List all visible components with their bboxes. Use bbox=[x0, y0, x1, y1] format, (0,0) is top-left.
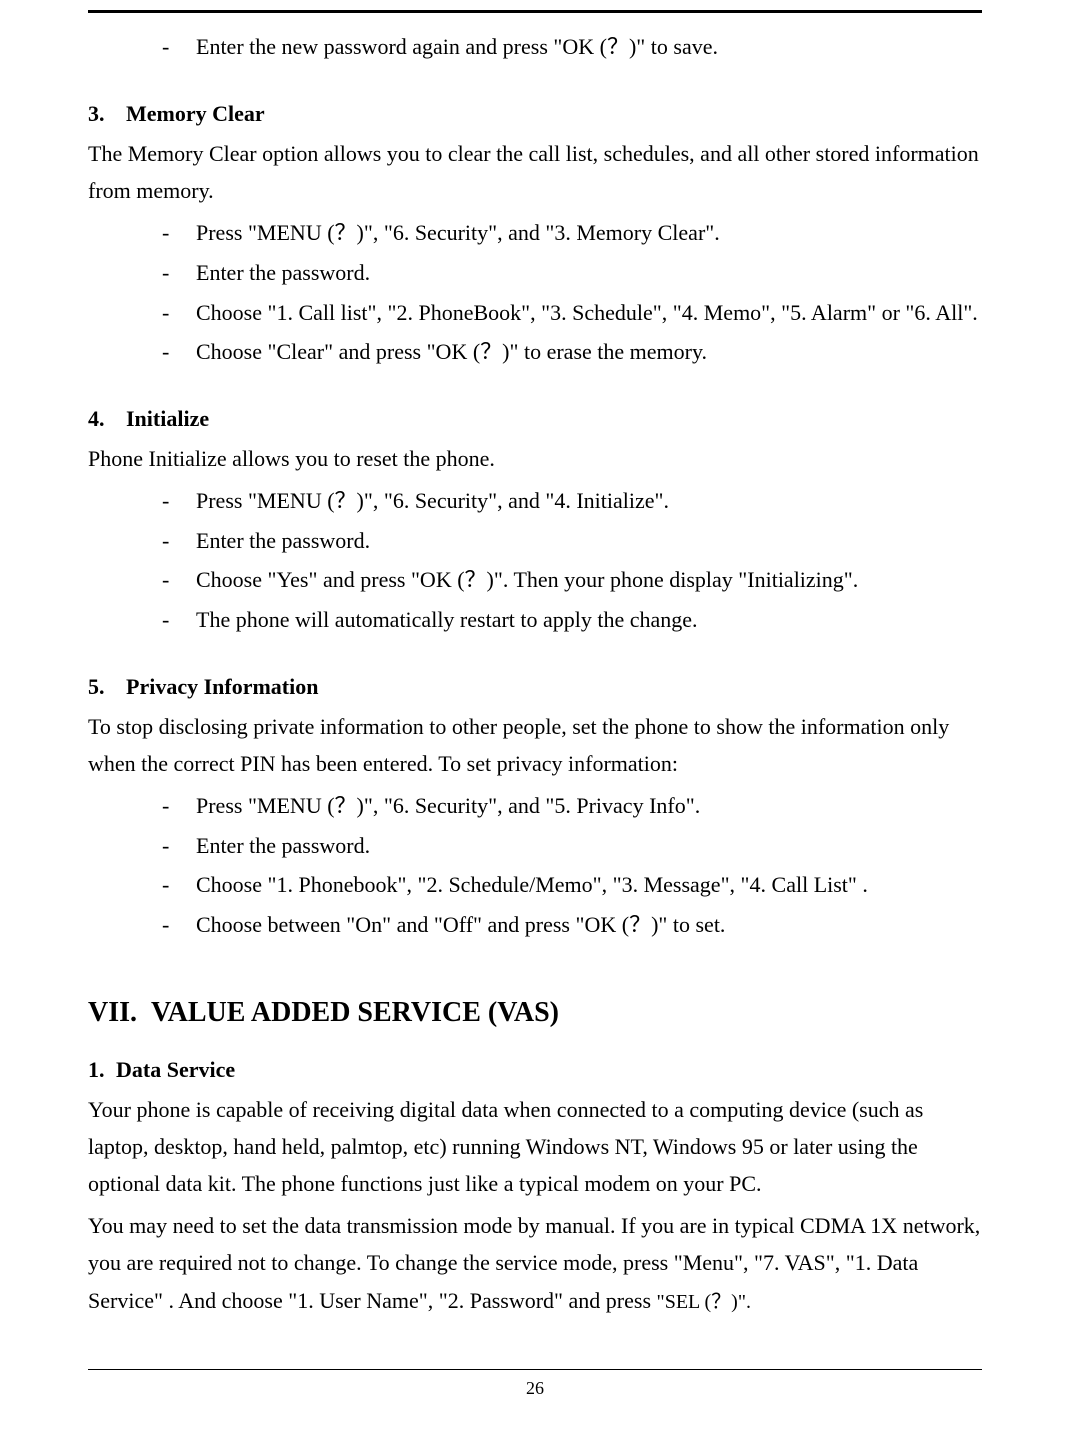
list-item: Enter the password. bbox=[162, 253, 982, 293]
leading-bullet-list: Enter the new password again and press "… bbox=[88, 27, 982, 67]
page-number: 26 bbox=[88, 1370, 982, 1415]
section-5-list: Press "MENU (？)", "6. Security", and "5.… bbox=[88, 786, 982, 944]
list-item: Enter the password. bbox=[162, 521, 982, 561]
list-item: Choose "Clear" and press "OK (？)" to era… bbox=[162, 332, 982, 372]
section-title: Initialize bbox=[126, 406, 209, 431]
section-number: 4. bbox=[88, 406, 126, 432]
list-item: The phone will automatically restart to … bbox=[162, 600, 982, 640]
section-3-list: Press "MENU (？)", "6. Security", and "3.… bbox=[88, 213, 982, 371]
section-5-heading: 5.Privacy Information bbox=[88, 674, 982, 700]
list-item: Choose "Yes" and press "OK (？)". Then yo… bbox=[162, 560, 982, 600]
major-heading-vii: VII. VALUE ADDED SERVICE (VAS) bbox=[88, 997, 982, 1029]
list-item: Press "MENU (？)", "6. Security", and "3.… bbox=[162, 213, 982, 253]
section-5-description: To stop disclosing private information t… bbox=[88, 708, 982, 783]
list-item: Press "MENU (？)", "6. Security", and "4.… bbox=[162, 481, 982, 521]
subsection-1-paragraph-1: Your phone is capable of receiving digit… bbox=[88, 1091, 982, 1203]
subsection-1-paragraph-2: You may need to set the data transmissio… bbox=[88, 1207, 982, 1319]
subsection-1-heading: 1.Data Service bbox=[88, 1057, 982, 1083]
page-footer: 26 bbox=[88, 1369, 982, 1415]
list-item: Press "MENU (？)", "6. Security", and "5.… bbox=[162, 786, 982, 826]
section-number: 3. bbox=[88, 101, 126, 127]
section-3-heading: 3.Memory Clear bbox=[88, 101, 982, 127]
paragraph-text: You may need to set the data transmissio… bbox=[88, 1213, 980, 1313]
list-item: Choose "1. Phonebook", "2. Schedule/Memo… bbox=[162, 865, 982, 905]
section-4-list: Press "MENU (？)", "6. Security", and "4.… bbox=[88, 481, 982, 639]
section-4-description: Phone Initialize allows you to reset the… bbox=[88, 440, 982, 477]
section-number: 5. bbox=[88, 674, 126, 700]
paragraph-text-small: "SEL (？)". bbox=[657, 1291, 751, 1313]
list-item: Enter the password. bbox=[162, 826, 982, 866]
list-item: Choose between "On" and "Off" and press … bbox=[162, 905, 982, 945]
section-title: Data Service bbox=[116, 1057, 235, 1082]
top-rule bbox=[88, 10, 982, 13]
major-number: VII. bbox=[88, 997, 137, 1028]
section-title: Memory Clear bbox=[126, 101, 265, 126]
list-item: Choose "1. Call list", "2. PhoneBook", "… bbox=[162, 293, 982, 333]
list-item: Enter the new password again and press "… bbox=[162, 27, 982, 67]
document-page: Enter the new password again and press "… bbox=[0, 10, 1070, 1415]
section-4-heading: 4.Initialize bbox=[88, 406, 982, 432]
major-title: VALUE ADDED SERVICE (VAS) bbox=[151, 997, 559, 1028]
section-3-description: The Memory Clear option allows you to cl… bbox=[88, 135, 982, 210]
section-title: Privacy Information bbox=[126, 674, 318, 699]
section-number: 1. bbox=[88, 1057, 116, 1083]
